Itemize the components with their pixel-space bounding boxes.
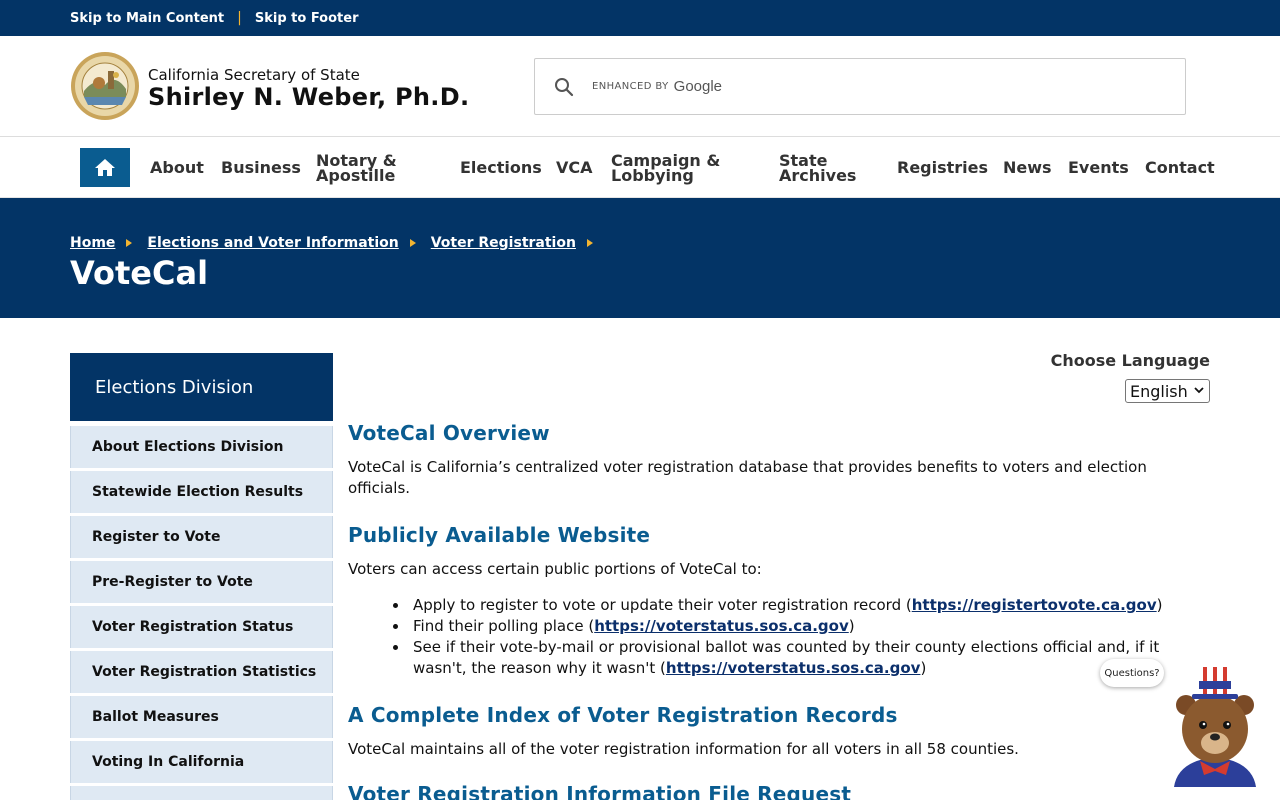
sidebar-item-next[interactable] bbox=[70, 786, 333, 800]
voterstatus-link[interactable]: https://voterstatus.sos.ca.gov bbox=[594, 617, 849, 635]
index-paragraph: VoteCal maintains all of the voter regis… bbox=[348, 740, 1019, 758]
list-item: Apply to register to vote or update thei… bbox=[393, 595, 1162, 616]
state-seal-icon[interactable] bbox=[70, 51, 140, 121]
sidebar-item-registration-status[interactable]: Voter Registration Status bbox=[70, 606, 333, 648]
skip-to-main-link[interactable]: Skip to Main Content bbox=[70, 11, 224, 26]
breadcrumb-home[interactable]: Home bbox=[70, 235, 115, 251]
bullet-2-text: Find their polling place ( bbox=[413, 617, 595, 635]
nav-campaign-lobbying[interactable]: Campaign & Lobbying bbox=[611, 153, 720, 185]
breadcrumb-voter-registration[interactable]: Voter Registration bbox=[431, 235, 576, 251]
nav-events[interactable]: Events bbox=[1068, 160, 1129, 176]
nav-contact[interactable]: Contact bbox=[1145, 160, 1215, 176]
sidebar-item-registration-statistics[interactable]: Voter Registration Statistics bbox=[70, 651, 333, 693]
search-enhanced-label: ENHANCED BY bbox=[592, 81, 669, 92]
page-hero: Home Elections and Voter Information Vot… bbox=[0, 198, 1280, 318]
overview-paragraph: VoteCal is California’s centralized vote… bbox=[348, 457, 1147, 499]
overview-line-1: VoteCal is California’s centralized vote… bbox=[348, 458, 1147, 476]
nav-elections[interactable]: Elections bbox=[460, 160, 542, 176]
nav-state-archives[interactable]: State Archives bbox=[779, 153, 857, 185]
heading-complete-index: A Complete Index of Voter Registration R… bbox=[348, 703, 898, 727]
heading-file-request: Voter Registration Information File Requ… bbox=[348, 782, 852, 800]
language-selected-value: English bbox=[1130, 381, 1188, 401]
bullet-2-close: ) bbox=[848, 617, 855, 635]
chevron-down-icon bbox=[1194, 387, 1204, 394]
brand[interactable]: California Secretary of State Shirley N.… bbox=[148, 66, 469, 110]
language-select[interactable]: English bbox=[1125, 379, 1210, 403]
list-item: Find their polling place (https://voters… bbox=[393, 616, 855, 637]
skip-to-footer-link[interactable]: Skip to Footer bbox=[255, 11, 359, 26]
nav-registries[interactable]: Registries bbox=[897, 160, 988, 176]
list-item: See if their vote-by-mail or provisional… bbox=[393, 637, 1159, 679]
nav-notary-apostille[interactable]: Notary & Apostille bbox=[316, 153, 397, 185]
main-nav: About Business Notary & Apostille Electi… bbox=[0, 137, 1280, 198]
site-header: California Secretary of State Shirley N.… bbox=[0, 36, 1280, 137]
breadcrumb-arrow-icon bbox=[586, 239, 593, 247]
google-logo-text: Google bbox=[673, 78, 723, 95]
chat-questions-bubble[interactable]: Questions? bbox=[1100, 659, 1164, 687]
sidebar-item-pre-register[interactable]: Pre-Register to Vote bbox=[70, 561, 333, 603]
search-icon[interactable] bbox=[554, 77, 574, 97]
home-icon bbox=[95, 159, 115, 176]
bullet-3-text: wasn't, the reason why it wasn't ( bbox=[413, 659, 666, 677]
page-title: VoteCal bbox=[70, 254, 209, 292]
nav-business[interactable]: Business bbox=[221, 160, 301, 176]
sidebar-item-about-elections[interactable]: About Elections Division bbox=[70, 426, 333, 468]
heading-public-website: Publicly Available Website bbox=[348, 523, 651, 547]
heading-votecal-overview: VoteCal Overview bbox=[348, 421, 550, 445]
sidebar-heading[interactable]: Elections Division bbox=[70, 353, 333, 421]
breadcrumb-arrow-icon bbox=[409, 239, 416, 247]
skip-bar: Skip to Main Content | Skip to Footer bbox=[0, 0, 1280, 36]
nav-archives-line2: Archives bbox=[779, 166, 857, 185]
official-name: Shirley N. Weber, Ph.D. bbox=[148, 83, 470, 111]
bullet-1-close: ) bbox=[1156, 596, 1163, 614]
nav-news[interactable]: News bbox=[1003, 160, 1052, 176]
breadcrumb-elections[interactable]: Elections and Voter Information bbox=[147, 235, 398, 251]
choose-language-label: Choose Language bbox=[1050, 351, 1210, 370]
overview-line-2: officials. bbox=[348, 479, 411, 497]
office-name: California Secretary of State bbox=[148, 66, 360, 84]
nav-campaign-line2: Lobbying bbox=[611, 166, 694, 185]
registertovote-link[interactable]: https://registertovote.ca.gov bbox=[912, 596, 1157, 614]
bullet-1-text: Apply to register to vote or update thei… bbox=[413, 596, 912, 614]
search-box[interactable]: ENHANCED BY Google bbox=[534, 58, 1186, 115]
home-button[interactable] bbox=[80, 148, 130, 187]
bullet-3-close: ) bbox=[920, 659, 927, 677]
chat-bear-mascot-icon[interactable] bbox=[1170, 665, 1260, 787]
sidebar-item-ballot-measures[interactable]: Ballot Measures bbox=[70, 696, 333, 738]
sidebar-item-register-to-vote[interactable]: Register to Vote bbox=[70, 516, 333, 558]
sidebar-item-statewide-results[interactable]: Statewide Election Results bbox=[70, 471, 333, 513]
nav-vca[interactable]: VCA bbox=[556, 160, 593, 176]
nav-about[interactable]: About bbox=[150, 160, 204, 176]
bullet-3-line-1: See if their vote-by-mail or provisional… bbox=[413, 638, 1160, 656]
breadcrumb-arrow-icon bbox=[126, 239, 133, 247]
skip-separator: | bbox=[237, 10, 242, 26]
sidebar-item-voting-in-california[interactable]: Voting In California bbox=[70, 741, 333, 783]
website-intro-paragraph: Voters can access certain public portion… bbox=[348, 560, 762, 578]
nav-notary-line2: Apostille bbox=[316, 166, 396, 185]
voterstatus-link-2[interactable]: https://voterstatus.sos.ca.gov bbox=[666, 659, 921, 677]
breadcrumb: Home Elections and Voter Information Vot… bbox=[70, 235, 608, 251]
